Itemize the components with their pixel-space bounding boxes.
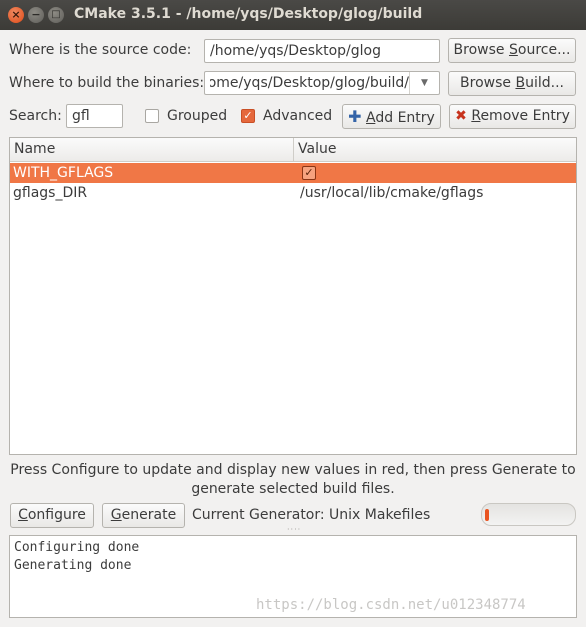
browse-source-text: Browse bbox=[453, 42, 509, 58]
configure-button[interactable]: Configure bbox=[10, 503, 94, 528]
cache-table[interactable]: Name Value WITH_GFLAGS ✓ gflags_DIR /usr… bbox=[9, 137, 577, 455]
build-dir-combobox[interactable]: /home/yqs/Desktop/glog/build ▼ bbox=[204, 71, 440, 95]
remove-entry-button[interactable]: ✖ Remove Entry bbox=[449, 104, 576, 129]
close-window-icon[interactable]: × bbox=[8, 7, 24, 23]
generate-text: enerate bbox=[121, 507, 177, 523]
splitter-handle[interactable]: ···· bbox=[287, 526, 300, 534]
log-line: Generating done bbox=[14, 558, 132, 573]
browse-source-mnemonic: S bbox=[508, 42, 518, 58]
dropdown-arrow-icon[interactable]: ▼ bbox=[409, 72, 439, 94]
column-header-value[interactable]: Value bbox=[294, 138, 576, 161]
value-checkbox[interactable]: ✓ bbox=[302, 166, 316, 180]
log-line: Configuring done bbox=[14, 540, 140, 555]
plus-icon: ✚ bbox=[348, 107, 362, 126]
browse-build-mnemonic: B bbox=[515, 75, 526, 91]
search-label: Search: bbox=[9, 108, 62, 124]
column-header-name[interactable]: Name bbox=[10, 138, 294, 161]
advanced-label: Advanced bbox=[263, 108, 333, 124]
configure-mnemonic: C bbox=[18, 507, 28, 523]
instructions-text: Press Configure to update and display ne… bbox=[0, 461, 586, 499]
browse-build-button[interactable]: Browse Build... bbox=[448, 71, 576, 96]
table-header: Name Value bbox=[10, 138, 576, 162]
generate-button[interactable]: Generate bbox=[102, 503, 185, 528]
remove-entry-text: emove Entry bbox=[480, 108, 570, 124]
title-bar: × − □ CMake 3.5.1 - /home/yqs/Desktop/gl… bbox=[0, 0, 586, 30]
minimize-window-icon[interactable]: − bbox=[28, 7, 44, 23]
grouped-checkbox[interactable] bbox=[145, 109, 159, 123]
build-dir-value: /home/yqs/Desktop/glog/build bbox=[210, 75, 409, 91]
table-row[interactable]: WITH_GFLAGS ✓ bbox=[10, 163, 576, 183]
instructions-line-2: generate selected build files. bbox=[191, 481, 395, 497]
watermark: https://blog.csdn.net/u012348774 bbox=[256, 597, 526, 613]
add-entry-button[interactable]: ✚ Add Entry bbox=[342, 104, 441, 129]
add-entry-text: dd Entry bbox=[375, 110, 435, 126]
grouped-label: Grouped bbox=[167, 108, 228, 124]
source-input[interactable]: /home/yqs/Desktop/glog bbox=[204, 39, 440, 63]
table-row[interactable]: gflags_DIR /usr/local/lib/cmake/gflags bbox=[10, 183, 576, 203]
window-title: CMake 3.5.1 - /home/yqs/Desktop/glog/bui… bbox=[74, 6, 423, 22]
row-name-cell: gflags_DIR bbox=[13, 185, 88, 201]
progress-bar bbox=[481, 503, 576, 526]
build-label: Where to build the binaries: bbox=[9, 75, 205, 91]
generate-mnemonic: G bbox=[110, 507, 122, 523]
browse-source-text-rest: ource... bbox=[517, 42, 571, 58]
row-value-cell: /usr/local/lib/cmake/gflags bbox=[300, 185, 484, 201]
instructions-line-1: Press Configure to update and display ne… bbox=[10, 462, 576, 478]
browse-build-text-rest: uild... bbox=[525, 75, 564, 91]
add-entry-mnemonic: A bbox=[366, 110, 376, 126]
remove-x-icon: ✖ bbox=[455, 108, 467, 124]
advanced-checkbox[interactable]: ✓ bbox=[241, 109, 255, 123]
check-icon: ✓ bbox=[243, 109, 253, 122]
maximize-window-icon[interactable]: □ bbox=[48, 7, 64, 23]
configure-text: onfigure bbox=[27, 507, 86, 523]
search-input[interactable]: gfl bbox=[66, 104, 123, 128]
browse-source-button[interactable]: Browse Source... bbox=[448, 38, 576, 63]
browse-build-text: Browse bbox=[460, 75, 516, 91]
source-label: Where is the source code: bbox=[9, 42, 192, 58]
current-generator-label: Current Generator: Unix Makefiles bbox=[192, 507, 431, 523]
row-name-cell: WITH_GFLAGS bbox=[13, 165, 114, 181]
progress-fill bbox=[485, 509, 489, 521]
